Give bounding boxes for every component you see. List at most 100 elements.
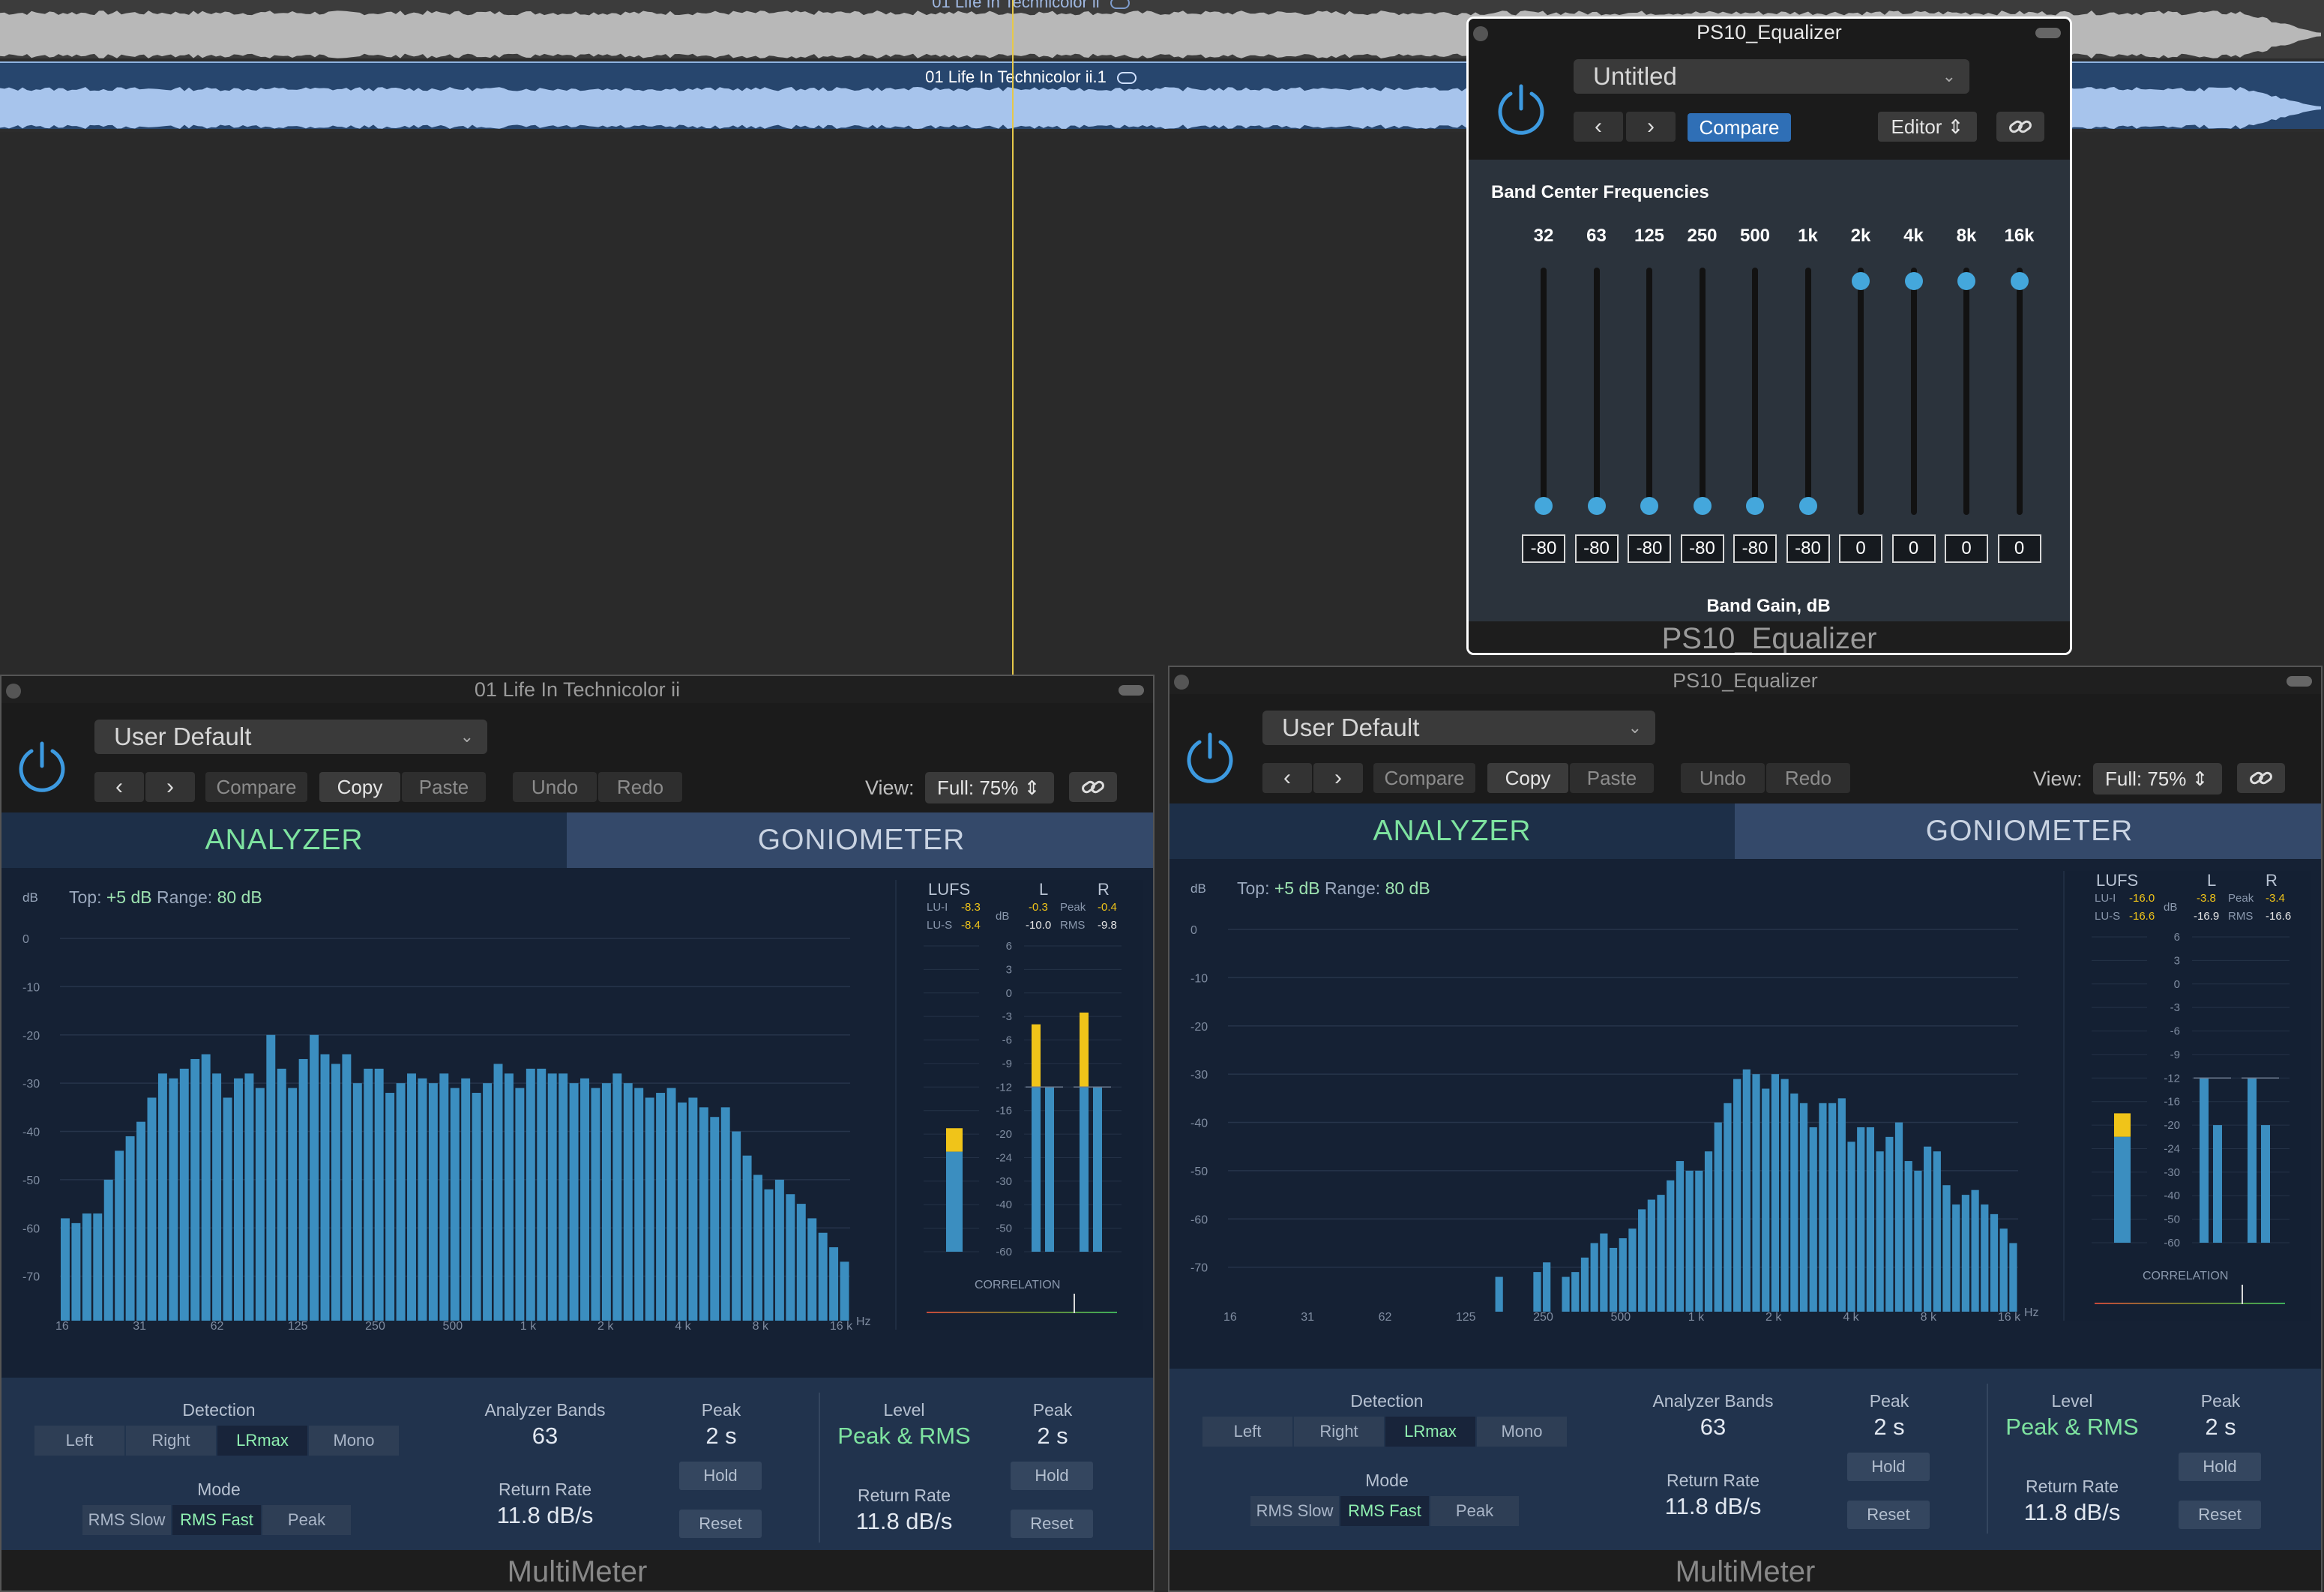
band-slider-handle[interactable] <box>1640 497 1658 515</box>
return-rate-value[interactable]: 11.8 dB/s <box>1990 1499 2155 1526</box>
band-slider-handle[interactable] <box>1587 497 1606 515</box>
view-size-selector[interactable]: Full: 75% ⇕ <box>2093 763 2222 795</box>
return-rate-value[interactable]: 11.8 dB/s <box>1619 1493 1807 1520</box>
next-preset-button[interactable]: › <box>1313 763 1363 793</box>
power-icon[interactable] <box>1493 80 1550 137</box>
mode-option[interactable]: Peak <box>262 1505 351 1535</box>
window-pill-icon[interactable] <box>2035 28 2061 38</box>
band-slider-track[interactable] <box>1593 268 1600 515</box>
detection-option[interactable]: Right <box>126 1426 216 1456</box>
hold-button[interactable]: Hold <box>1847 1453 1930 1481</box>
peak-hold-value[interactable]: 2 s <box>2176 1414 2266 1441</box>
window-pill-icon[interactable] <box>2287 676 2312 687</box>
undo-button[interactable]: Undo <box>1681 763 1765 793</box>
redo-button[interactable]: Redo <box>598 772 682 802</box>
band-gain-field[interactable]: -80 <box>1628 534 1671 563</box>
close-icon[interactable] <box>1473 26 1488 41</box>
band-gain-field[interactable]: -80 <box>1786 534 1830 563</box>
link-icon[interactable] <box>1996 112 2044 142</box>
return-rate-value[interactable]: 11.8 dB/s <box>451 1502 639 1529</box>
mode-option[interactable]: RMS Fast <box>172 1505 261 1535</box>
level-mode-value[interactable]: Peak & RMS <box>1990 1414 2155 1441</box>
hold-button[interactable]: Hold <box>2179 1453 2261 1481</box>
band-slider-track[interactable] <box>2016 268 2023 515</box>
return-rate-value[interactable]: 11.8 dB/s <box>822 1508 987 1535</box>
mode-option[interactable]: RMS Slow <box>1250 1496 1339 1526</box>
band-slider-handle[interactable] <box>1904 272 1923 290</box>
band-slider-track[interactable] <box>1646 268 1652 515</box>
close-icon[interactable] <box>1174 675 1189 690</box>
band-slider-track[interactable] <box>1858 268 1864 515</box>
preset-selector[interactable]: User Default ⌄ <box>94 720 487 754</box>
undo-button[interactable]: Undo <box>513 772 597 802</box>
tab-goniometer[interactable]: GONIOMETER <box>1735 803 2321 859</box>
window-pill-icon[interactable] <box>1119 685 1144 696</box>
reset-button[interactable]: Reset <box>1847 1501 1930 1529</box>
copy-button[interactable]: Copy <box>319 772 400 802</box>
close-icon[interactable] <box>6 684 21 699</box>
compare-button[interactable]: Compare <box>1688 113 1791 142</box>
reset-button[interactable]: Reset <box>679 1510 762 1538</box>
detection-option[interactable]: Mono <box>1477 1417 1567 1447</box>
band-slider-track[interactable] <box>1804 268 1811 515</box>
band-slider-handle[interactable] <box>2010 272 2029 290</box>
mode-option[interactable]: RMS Fast <box>1340 1496 1429 1526</box>
paste-button[interactable]: Paste <box>402 772 486 802</box>
copy-button[interactable]: Copy <box>1487 763 1568 793</box>
reset-button[interactable]: Reset <box>2179 1501 2261 1529</box>
band-gain-field[interactable]: 0 <box>1839 534 1882 563</box>
next-preset-button[interactable]: › <box>1626 112 1676 142</box>
power-icon[interactable] <box>1181 729 1238 786</box>
paste-button[interactable]: Paste <box>1570 763 1654 793</box>
redo-button[interactable]: Redo <box>1766 763 1850 793</box>
link-icon[interactable] <box>1069 772 1117 802</box>
mode-option[interactable]: RMS Slow <box>82 1505 171 1535</box>
tab-analyzer[interactable]: ANALYZER <box>1169 803 1735 859</box>
band-gain-field[interactable]: 0 <box>1997 534 2041 563</box>
band-slider-handle[interactable] <box>1693 497 1712 515</box>
band-slider-handle[interactable] <box>1798 497 1817 515</box>
prev-preset-button[interactable]: ‹ <box>94 772 144 802</box>
band-gain-field[interactable]: -80 <box>1574 534 1619 563</box>
tab-goniometer[interactable]: GONIOMETER <box>567 812 1153 868</box>
prev-preset-button[interactable]: ‹ <box>1574 112 1623 142</box>
power-icon[interactable] <box>13 738 70 795</box>
detection-option[interactable]: Left <box>1202 1417 1292 1447</box>
band-slider-handle[interactable] <box>1957 272 1975 290</box>
editor-view-selector[interactable]: Editor ⇕ <box>1878 112 1977 142</box>
prev-preset-button[interactable]: ‹ <box>1262 763 1312 793</box>
reset-button[interactable]: Reset <box>1011 1510 1093 1538</box>
detection-option[interactable]: LRmax <box>217 1426 307 1456</box>
tab-analyzer[interactable]: ANALYZER <box>1 812 567 868</box>
hold-button[interactable]: Hold <box>679 1462 762 1490</box>
band-gain-field[interactable]: 0 <box>1945 534 1988 563</box>
preset-selector[interactable]: Untitled ⌄ <box>1574 59 1969 94</box>
analyzer-bands-value[interactable]: 63 <box>451 1423 639 1450</box>
band-slider-handle[interactable] <box>1535 497 1553 515</box>
level-mode-value[interactable]: Peak & RMS <box>822 1423 987 1450</box>
band-gain-field[interactable]: -80 <box>1522 534 1565 563</box>
band-gain-field[interactable]: 0 <box>1891 534 1936 563</box>
band-gain-field[interactable]: -80 <box>1680 534 1724 563</box>
preset-selector[interactable]: User Default ⌄ <box>1262 711 1655 745</box>
detection-option[interactable]: Left <box>34 1426 124 1456</box>
detection-option[interactable]: Right <box>1294 1417 1384 1447</box>
mode-option[interactable]: Peak <box>1430 1496 1519 1526</box>
band-gain-field[interactable]: -80 <box>1733 534 1777 563</box>
hold-button[interactable]: Hold <box>1011 1462 1093 1490</box>
peak-hold-value[interactable]: 2 s <box>1008 1423 1098 1450</box>
band-slider-track[interactable] <box>1752 268 1758 515</box>
link-icon[interactable] <box>2237 763 2285 793</box>
compare-button[interactable]: Compare <box>205 772 307 802</box>
next-preset-button[interactable]: › <box>145 772 195 802</box>
view-size-selector[interactable]: Full: 75% ⇕ <box>925 772 1054 803</box>
band-slider-handle[interactable] <box>1746 497 1764 515</box>
detection-option[interactable]: Mono <box>309 1426 399 1456</box>
peak-hold-value[interactable]: 2 s <box>676 1423 766 1450</box>
compare-button[interactable]: Compare <box>1373 763 1475 793</box>
analyzer-bands-value[interactable]: 63 <box>1619 1414 1807 1441</box>
playhead[interactable] <box>1012 0 1014 675</box>
band-slider-track[interactable] <box>1541 268 1547 515</box>
peak-hold-value[interactable]: 2 s <box>1844 1414 1934 1441</box>
band-slider-handle[interactable] <box>1852 272 1870 290</box>
